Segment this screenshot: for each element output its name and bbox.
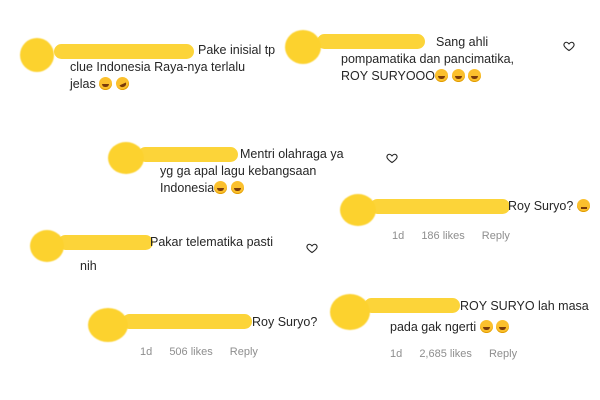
grinning-sweat-emoji-icon [496,320,510,333]
likes-count[interactable]: 186 likes [421,230,464,242]
comment-text-line: Sang ahli [436,35,489,49]
comment-3: Mentri olahraga ya yg ga apal lagu keban… [108,140,408,200]
comment-text-line: Pakar telematika pasti [150,235,273,249]
comment-2: Sang ahli pompamatika dan pancimatika, R… [285,28,585,98]
comment-text-line: Pake inisial tp [198,43,276,57]
comment-4: Roy Suryo? 1d 186 likes Reply [340,192,600,247]
likes-count[interactable]: 2,685 likes [419,348,472,360]
comment-meta: 1d 186 likes Reply [392,230,524,242]
comment-text: Roy Suryo? [252,314,342,331]
comment-meta: 1d 506 likes Reply [140,346,272,358]
thinking-face-emoji-icon [576,199,590,212]
comment-text-line: Mentri olahraga ya [240,147,344,161]
grinning-sweat-emoji-icon [99,77,113,90]
comment-time: 1d [392,230,405,242]
comment-text-line: pompamatika dan pancimatika, [341,52,515,66]
comment-text-line: yg ga apal lagu kebangsaan [160,164,317,178]
grinning-sweat-emoji-icon [230,181,244,194]
comment-text-line: pada gak ngerti [390,320,477,334]
comment-text: Pakar telematika pasti nih [80,234,300,285]
grinning-sweat-emoji-icon [435,69,449,82]
rofl-emoji-icon [113,74,131,93]
username-redacted[interactable] [122,314,252,329]
comment-text-line: Indonesia [160,181,215,195]
comment-text: Sang ahli pompamatika dan pancimatika, R… [341,34,571,102]
comment-text: Pake inisial tp clue Indonesia Raya-nya … [70,42,280,110]
comment-5: Pakar telematika pasti nih [30,228,330,283]
comment-7: ROY SURYO lah masa pada gak ngerti 1d 2,… [330,290,600,365]
heart-outline-icon[interactable] [563,40,575,52]
avatar[interactable] [285,30,321,64]
grinning-sweat-emoji-icon [479,320,493,333]
reply-button[interactable]: Reply [230,346,258,358]
comment-time: 1d [390,348,403,360]
comment-text-line: Roy Suryo? [252,315,318,329]
avatar[interactable] [330,294,370,330]
likes-count[interactable]: 506 likes [169,346,212,358]
reply-button[interactable]: Reply [489,348,517,360]
comment-text-line: nih [80,259,97,273]
comment-text: Roy Suryo? [508,198,598,215]
grinning-sweat-emoji-icon [214,181,228,194]
username-redacted[interactable] [370,199,510,214]
comment-text-line: jelas [70,77,96,91]
comment-meta: 1d 2,685 likes Reply [390,348,531,360]
comment-time: 1d [140,346,153,358]
comment-6: Roy Suryo? 1d 506 likes Reply [88,306,348,366]
heart-outline-icon[interactable] [386,152,398,164]
comment-text-line: ROY SURYOOO [341,69,436,83]
grinning-sweat-emoji-icon [467,69,481,82]
comment-text: ROY SURYO lah masa pada gak ngerti [390,298,590,349]
reply-button[interactable]: Reply [482,230,510,242]
avatar[interactable] [20,38,54,72]
grinning-sweat-emoji-icon [451,69,465,82]
comment-text-line: ROY SURYO lah masa [460,299,589,313]
heart-outline-icon[interactable] [306,242,318,254]
comment-1: Pake inisial tp clue Indonesia Raya-nya … [20,36,280,106]
comment-text-line: Roy Suryo? [508,199,574,213]
comment-text-line: clue Indonesia Raya-nya terlalu [70,60,246,74]
